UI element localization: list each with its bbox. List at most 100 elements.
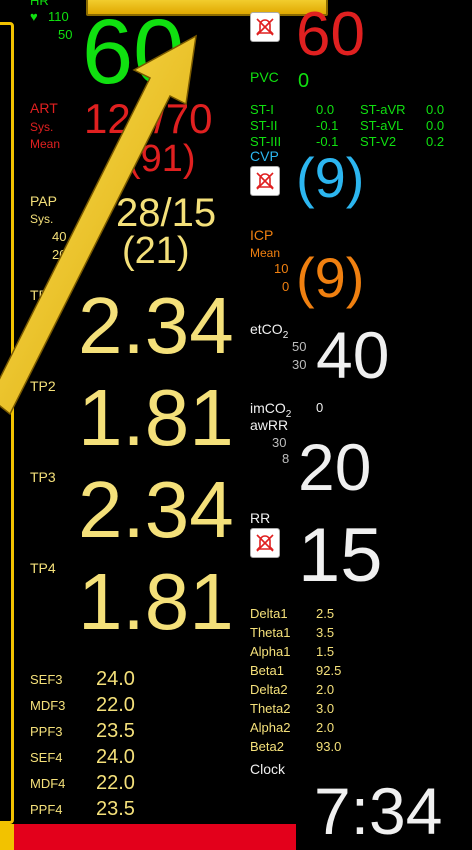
eeg-label: Theta2 [250, 701, 291, 716]
tp3-label: TP3 [30, 469, 56, 485]
eeg-label: Delta2 [250, 682, 288, 697]
pap-limit-low: 20 [52, 247, 67, 262]
eeg-value: 2.0 [316, 682, 335, 697]
eeg-value: 22.0 [96, 771, 135, 794]
tp2-label: TP2 [30, 378, 56, 394]
st-value: 0.0 [426, 117, 445, 133]
eeg-value: 23.5 [96, 797, 135, 820]
eeg-left-table: SEF3 24.0 MDF3 22.0 PPF3 23.5 SEF4 24.0 MDF4… [30, 666, 135, 822]
alarm-off-icon[interactable] [250, 12, 280, 42]
right-top-value[interactable]: 60 [296, 4, 365, 66]
pvc-value: 0 [298, 70, 310, 92]
status-bar-yellow-edge [0, 824, 14, 850]
eeg-value: 1.5 [316, 644, 335, 659]
etco2-label-text: etCO [250, 321, 283, 337]
awrr-limit-high: 30 [272, 435, 287, 450]
etco2-limit-low: 30 [292, 357, 307, 372]
tp4-value[interactable]: 1.81 [78, 562, 234, 642]
art-mean-label: Mean [30, 137, 61, 151]
eeg-value: 2.0 [316, 720, 335, 735]
art-value[interactable]: 120/70 [84, 98, 212, 140]
table-row: Beta2 93.0 [250, 737, 341, 756]
eeg-value: 3.5 [316, 625, 335, 640]
icp-label: ICP [250, 227, 274, 243]
table-row: Alpha2 2.0 [250, 718, 341, 737]
tp4-label: TP4 [30, 560, 56, 576]
eeg-label: PPF4 [30, 801, 63, 817]
hr-limit-low: 50 [58, 27, 73, 42]
hr-value[interactable]: 60 [82, 6, 184, 98]
highlight-frame [0, 22, 14, 824]
table-row: SEF3 24.0 [30, 666, 135, 692]
art-label: ART [30, 100, 58, 116]
rr-value[interactable]: 15 [298, 518, 383, 594]
table-row: PPF3 23.5 [30, 718, 135, 744]
eeg-value: 23.5 [96, 719, 135, 742]
table-row: PPF4 23.5 [30, 796, 135, 822]
eeg-value: 2.5 [316, 606, 335, 621]
table-row: Delta1 2.5 [250, 604, 341, 623]
st-label: ST-aVR [360, 101, 406, 117]
table-row: ST-I 0.0 ST-aVR 0.0 [250, 101, 444, 117]
eeg-label: SEF4 [30, 749, 63, 765]
eeg-value: 22.0 [96, 693, 135, 716]
etco2-value[interactable]: 40 [316, 322, 389, 388]
imco2-label-text: imCO [250, 400, 286, 416]
eeg-label: MDF4 [30, 775, 66, 791]
table-row: MDF4 22.0 [30, 770, 135, 796]
eeg-label: Alpha2 [250, 720, 291, 735]
cvp-value[interactable]: (9) [296, 150, 364, 206]
eeg-value: 3.0 [316, 701, 335, 716]
alarm-off-icon[interactable] [250, 528, 280, 558]
pap-sys-label: Sys. [30, 212, 54, 226]
etco2-label-sub: 2 [282, 329, 289, 341]
imco2-value: 0 [316, 400, 324, 415]
etco2-limit-high: 50 [292, 339, 307, 354]
table-row: SEF4 24.0 [30, 744, 135, 770]
clock-value: 7:34 [314, 774, 443, 848]
st-table: ST-I 0.0 ST-aVR 0.0 ST-II -0.1 ST-aVL 0.0 ST-I… [250, 101, 444, 149]
eeg-label: Alpha1 [250, 644, 291, 659]
eeg-value: 93.0 [316, 739, 342, 754]
hr-label: HR [30, 0, 49, 8]
rr-label: RR [250, 510, 271, 526]
tp3-value[interactable]: 2.34 [78, 470, 234, 550]
icp-limit-high: 10 [274, 261, 289, 276]
table-row: ST-II -0.1 ST-aVL 0.0 [250, 117, 444, 133]
st-value: -0.1 [316, 117, 339, 133]
status-bar-red [0, 824, 296, 850]
tp1-value[interactable]: 2.34 [78, 286, 234, 366]
icp-value[interactable]: (9) [296, 250, 364, 306]
table-row: MDF3 22.0 [30, 692, 135, 718]
st-label: ST-I [250, 101, 274, 117]
table-row: Alpha1 1.5 [250, 642, 341, 661]
alarm-off-icon[interactable] [250, 166, 280, 196]
eeg-right-table: Delta1 2.5 Theta1 3.5 Alpha1 1.5 Beta1 92.5 … [250, 604, 341, 756]
eeg-label: Beta1 [250, 663, 284, 678]
pvc-label: PVC [250, 69, 279, 85]
pap-limit-high: 40 [52, 229, 67, 244]
st-label: ST-aVL [360, 117, 404, 133]
eeg-label: Beta2 [250, 739, 284, 754]
eeg-value: 24.0 [96, 667, 135, 690]
tp2-value[interactable]: 1.81 [78, 378, 234, 458]
st-value: 0.0 [316, 101, 335, 117]
st-label: ST-II [250, 117, 278, 133]
awrr-value[interactable]: 20 [298, 434, 371, 500]
awrr-label: awRR [250, 417, 289, 433]
clock-label: Clock [250, 761, 286, 777]
pap-value[interactable]: 28/15 [116, 193, 216, 233]
st-value: 0.0 [426, 101, 445, 117]
etco2-label: etCO2 [250, 322, 288, 341]
tp1-label: TP1 [30, 287, 56, 303]
table-row: Beta1 92.5 [250, 661, 341, 680]
eeg-label: Delta1 [250, 606, 288, 621]
cvp-label: CVP [250, 148, 279, 164]
table-row: Delta2 2.0 [250, 680, 341, 699]
pap-mean-value: (21) [122, 230, 190, 272]
eeg-label: SEF3 [30, 671, 63, 687]
eeg-label: Theta1 [250, 625, 291, 640]
awrr-limit-low: 8 [282, 451, 290, 466]
st-label: ST-V2 [360, 133, 397, 149]
art-sys-label: Sys. [30, 120, 54, 134]
